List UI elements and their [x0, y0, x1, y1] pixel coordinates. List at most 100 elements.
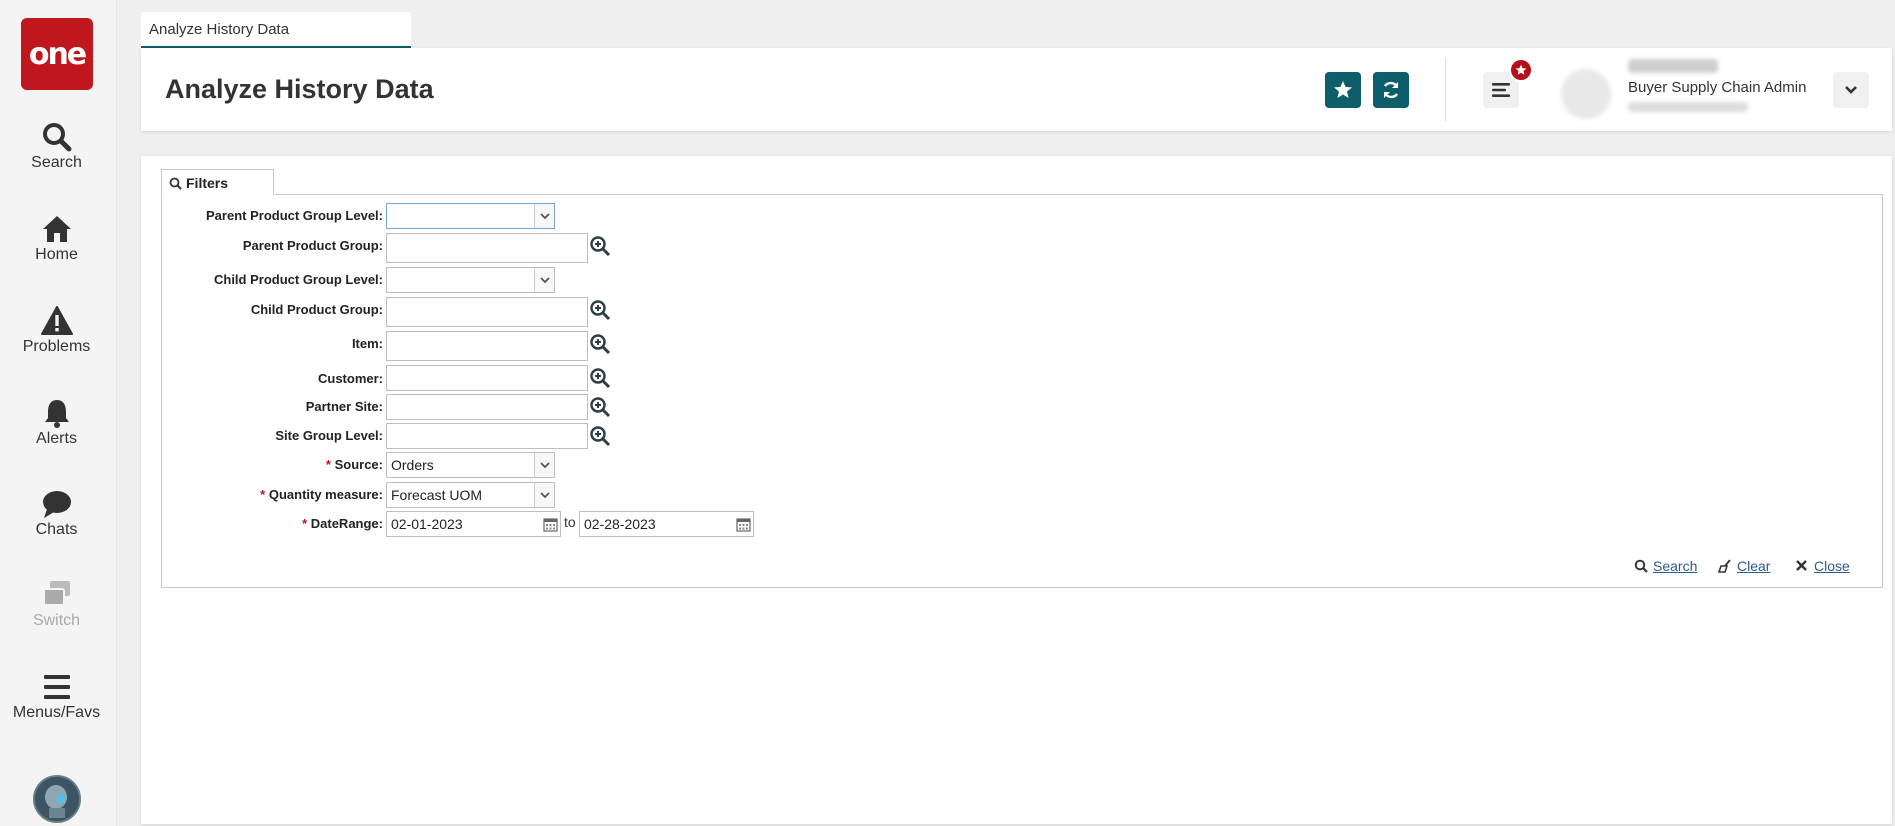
- lookup-zoom-icon[interactable]: [589, 425, 611, 447]
- lookup-zoom-icon[interactable]: [589, 396, 611, 418]
- star-icon: [1515, 64, 1527, 75]
- customer-label: Customer:: [317, 371, 383, 386]
- search-button[interactable]: Search: [1634, 558, 1698, 574]
- parent-product-group-input[interactable]: [386, 233, 588, 263]
- site-group-level-label: Site Group Level:: [275, 428, 383, 443]
- chevron-down-icon: [539, 491, 550, 498]
- nav-problems-label: Problems: [22, 338, 91, 355]
- nav-home[interactable]: Home: [0, 212, 113, 264]
- search-icon: [169, 177, 182, 190]
- nav-search[interactable]: Search: [0, 120, 113, 172]
- lookup-zoom-icon[interactable]: [589, 299, 611, 321]
- source-label: * Source:: [325, 457, 383, 472]
- clear-button-label: Clear: [1737, 558, 1771, 574]
- nav-switch: Switch: [0, 578, 113, 630]
- item-label: Item:: [351, 336, 383, 351]
- warning-icon: [40, 306, 73, 335]
- lookup-zoom-icon[interactable]: [589, 235, 611, 257]
- required-marker: *: [260, 487, 266, 502]
- nav-menus-favs[interactable]: Menus/Favs: [0, 670, 113, 722]
- quantity-measure-select[interactable]: Forecast UOM: [386, 482, 555, 508]
- parent-product-group-level-select[interactable]: [386, 203, 555, 229]
- dropdown-arrow[interactable]: [534, 204, 554, 228]
- tab-label: Analyze History Data: [149, 21, 290, 38]
- hamburger-icon: [43, 675, 70, 699]
- nav-switch-label: Switch: [32, 612, 81, 629]
- user-avatar[interactable]: [1561, 69, 1611, 119]
- star-icon: [1334, 81, 1352, 98]
- date-range-from-input[interactable]: 02-01-2023: [386, 511, 561, 537]
- hamburger-icon: [1492, 83, 1510, 97]
- user-email-redacted: [1628, 102, 1748, 112]
- chevron-down-icon: [539, 212, 550, 219]
- item-input[interactable]: [386, 331, 588, 361]
- favorite-button[interactable]: [1325, 72, 1361, 108]
- required-marker: *: [302, 516, 308, 531]
- calendar-icon: [542, 517, 558, 532]
- nav-alerts-label: Alerts: [36, 430, 77, 447]
- chat-icon: [42, 491, 71, 518]
- assistant-avatar-icon: [35, 777, 79, 821]
- assistant-avatar[interactable]: [33, 775, 81, 823]
- source-select[interactable]: Orders: [386, 452, 555, 478]
- nav-alerts[interactable]: Alerts: [0, 396, 113, 448]
- date-from-calendar[interactable]: [540, 512, 560, 536]
- dropdown-arrow[interactable]: [534, 483, 554, 507]
- date-range-to-input[interactable]: 02-28-2023: [579, 511, 754, 537]
- header-divider: [1445, 58, 1446, 121]
- parent-product-group-level-label: Parent Product Group Level:: [206, 208, 383, 223]
- select-value: Orders: [391, 457, 434, 473]
- dropdown-arrow[interactable]: [534, 268, 554, 292]
- chevron-down-icon: [1845, 86, 1857, 94]
- lookup-zoom-icon[interactable]: [589, 367, 611, 389]
- calendar-icon: [735, 517, 751, 532]
- lookup-zoom-icon[interactable]: [589, 333, 611, 355]
- refresh-button[interactable]: [1373, 72, 1409, 108]
- nav-menus-favs-label: Menus/Favs: [12, 704, 101, 721]
- child-product-group-input[interactable]: [386, 297, 588, 327]
- date-to-calendar[interactable]: [733, 512, 753, 536]
- quantity-measure-label: * Quantity measure:: [260, 487, 383, 502]
- date-range-to-label: to: [564, 514, 576, 530]
- user-name-redacted: [1628, 59, 1718, 73]
- refresh-icon: [1383, 81, 1399, 99]
- child-product-group-level-label: Child Product Group Level:: [213, 272, 383, 287]
- filters-tab-label: Filters: [186, 175, 229, 191]
- customer-input[interactable]: [386, 365, 588, 391]
- user-menu-toggle[interactable]: [1833, 72, 1869, 108]
- broom-icon: [1718, 559, 1731, 573]
- clear-button[interactable]: Clear: [1718, 558, 1771, 574]
- parent-product-group-label: Parent Product Group:: [242, 238, 383, 253]
- site-group-level-input[interactable]: [386, 423, 588, 449]
- search-button-label: Search: [1653, 558, 1698, 574]
- logo[interactable]: one: [21, 18, 93, 90]
- dropdown-arrow[interactable]: [534, 453, 554, 477]
- close-button-label: Close: [1814, 558, 1850, 574]
- close-icon: [1796, 560, 1807, 571]
- home-icon: [42, 216, 71, 242]
- child-product-group-level-select[interactable]: [386, 267, 555, 293]
- chevron-down-icon: [539, 276, 550, 283]
- left-nav: one Search Home Problems Alerts Chats Sw…: [0, 0, 117, 826]
- search-icon: [42, 123, 71, 152]
- nav-chats-label: Chats: [35, 521, 78, 538]
- date-range-label: * DateRange:: [302, 516, 383, 531]
- partner-site-label: Partner Site:: [305, 399, 383, 414]
- page-title: Analyze History Data: [165, 74, 434, 104]
- chevron-down-icon: [539, 461, 550, 468]
- nav-search-label: Search: [31, 154, 82, 171]
- user-role: Buyer Supply Chain Admin: [1628, 79, 1807, 96]
- tab-analyze-history-data[interactable]: Analyze History Data: [141, 12, 411, 48]
- bell-icon: [44, 400, 69, 428]
- child-product-group-label: Child Product Group:: [250, 302, 383, 317]
- favorites-badge: [1509, 58, 1533, 82]
- search-icon: [1634, 559, 1648, 573]
- partner-site-input[interactable]: [386, 394, 588, 420]
- nav-chats[interactable]: Chats: [0, 487, 113, 539]
- nav-problems[interactable]: Problems: [0, 304, 113, 356]
- switch-icon: [42, 581, 70, 606]
- close-button[interactable]: Close: [1796, 558, 1850, 574]
- select-value: Forecast UOM: [391, 487, 483, 503]
- filters-tab[interactable]: Filters: [161, 169, 274, 195]
- nav-home-label: Home: [35, 246, 78, 263]
